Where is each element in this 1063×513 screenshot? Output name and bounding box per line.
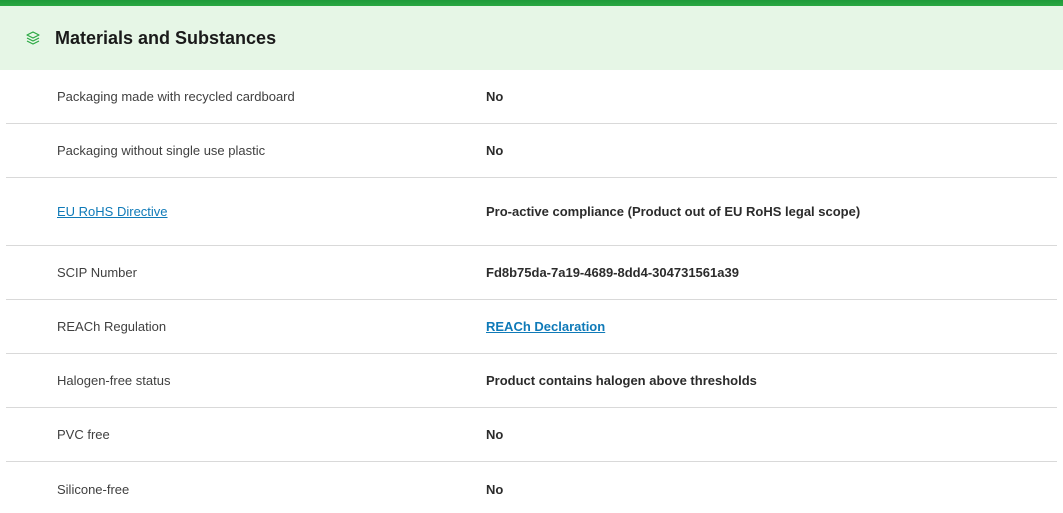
row-label: Silicone-free (57, 481, 130, 497)
scip-number-value: Fd8b75da-7a19-4689-8dd4-304731561a39 (486, 265, 739, 280)
table-row: EU RoHS Directive Pro-active compliance … (6, 178, 1057, 246)
table-row: SCIP Number Fd8b75da-7a19-4689-8dd4-3047… (6, 246, 1057, 300)
row-label: Halogen-free status (57, 373, 171, 388)
property-table: Packaging made with recycled cardboard N… (6, 70, 1057, 513)
table-row: Halogen-free status Product contains hal… (6, 354, 1057, 408)
eu-rohs-directive-link[interactable]: EU RoHS Directive (57, 204, 168, 219)
table-row: Packaging without single use plastic No (6, 124, 1057, 178)
reach-declaration-link[interactable]: REACh Declaration (486, 319, 605, 334)
table-row: PVC free No (6, 408, 1057, 462)
table-row: REACh Regulation REACh Declaration (6, 300, 1057, 354)
row-label: PVC free (57, 427, 110, 442)
materials-substances-panel: Materials and Substances Packaging made … (0, 0, 1063, 513)
row-value: No (486, 481, 504, 497)
section-title: Materials and Substances (55, 27, 277, 48)
row-value: Product contains halogen above threshold… (486, 373, 757, 388)
row-value: No (486, 89, 504, 104)
row-value: Pro-active compliance (Product out of EU… (486, 204, 861, 219)
row-value: No (486, 427, 504, 442)
row-value: No (486, 143, 504, 158)
table-row: Silicone-free No (6, 462, 1057, 513)
row-label: REACh Regulation (57, 319, 167, 334)
row-label: Packaging without single use plastic (57, 143, 266, 158)
row-label: Packaging made with recycled cardboard (57, 89, 295, 104)
table-row: Packaging made with recycled cardboard N… (6, 70, 1057, 124)
row-label: SCIP Number (57, 265, 137, 280)
layers-icon (24, 29, 42, 47)
section-header[interactable]: Materials and Substances (0, 6, 1063, 70)
